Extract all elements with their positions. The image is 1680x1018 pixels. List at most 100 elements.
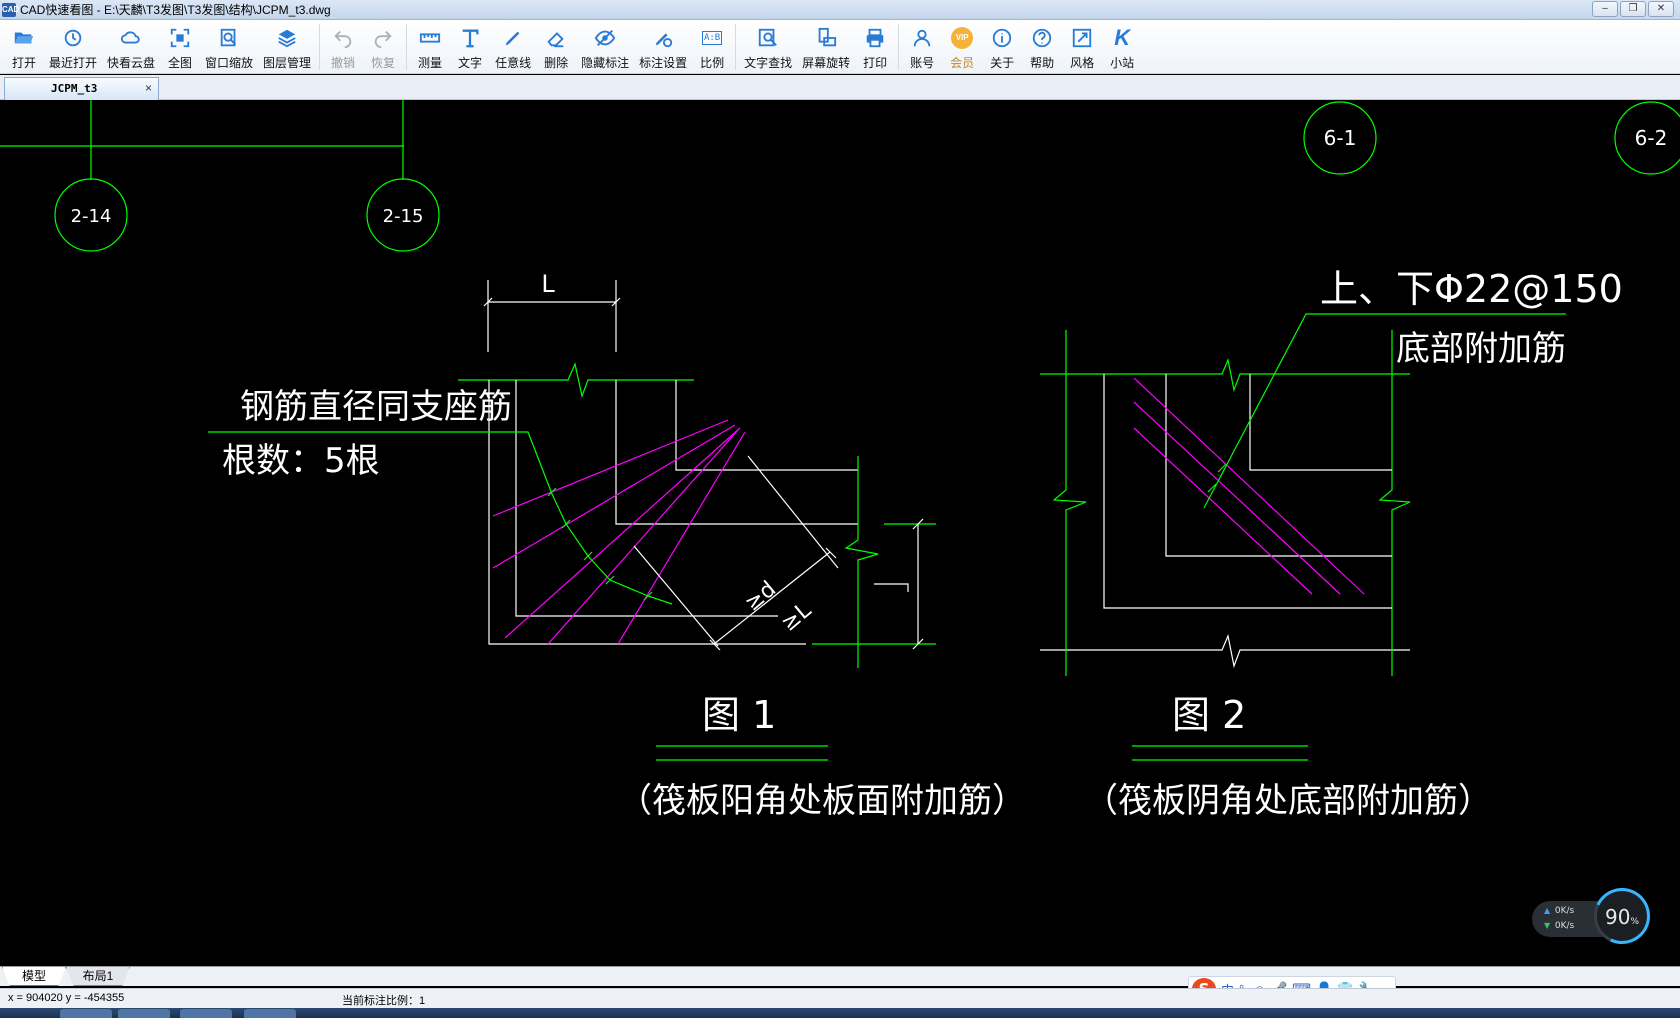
upload-arrow-icon: ▲: [1544, 906, 1551, 915]
toolbar-recent-label: 最近打开: [49, 56, 98, 70]
download-speed: ▼ 0K/s: [1544, 921, 1574, 931]
document-tab-close-button[interactable]: ×: [145, 81, 152, 95]
toolbar-undo-label: 撤销: [331, 56, 356, 70]
main-toolbar: 打开 最近打开 快看云盘 全图 窗口缩放 图层管理 撤销 恢复 测量 文字 任意线 删除 隐藏标注 标注设…: [0, 20, 1680, 74]
axis-bubble-label: 2-14: [71, 206, 112, 227]
taskbar-item[interactable]: [244, 1009, 296, 1018]
fig1-dim-label: L: [541, 270, 555, 298]
toolbar-about-button[interactable]: 关于: [982, 20, 1022, 74]
fig1-caption: 图 1: [702, 693, 776, 737]
tab-model[interactable]: 模型: [2, 967, 66, 986]
scale-icon: A:B: [701, 31, 723, 45]
document-tab[interactable]: JCPM_t3 ×: [4, 77, 159, 100]
toolbar-delete-label: 删除: [544, 56, 569, 70]
fig1-subcaption: （筏板阳角处板面附加筋）: [618, 781, 1026, 821]
taskbar-item[interactable]: [60, 1009, 112, 1018]
restore-button[interactable]: ❐: [1620, 1, 1646, 17]
upload-speed-value: 0K/s: [1554, 906, 1575, 916]
network-speed-widget[interactable]: ▲ 0K/s ▼ 0K/s 90%: [1532, 880, 1658, 952]
tab-layout1[interactable]: 布局1: [66, 967, 130, 986]
fig1-diag-dim-1: ≥d: [740, 577, 781, 617]
toolbar-window-zoom-button[interactable]: 窗口缩放: [200, 20, 258, 74]
redo-icon: [372, 26, 394, 50]
toolbar-vip-label: 会员: [950, 56, 975, 70]
fig2-caption: 图 2: [1172, 693, 1246, 737]
memory-usage-percent: 90%: [1597, 905, 1647, 929]
drawing-canvas[interactable]: 2-14 2-15 6-1 6-2 L 钢筋直径同支座筋 根数：5根 ≥d ≥L…: [0, 100, 1680, 966]
toolbar-text-search-button[interactable]: 文字查找: [739, 20, 797, 74]
toolbar-text-button[interactable]: 文字: [450, 20, 490, 74]
toolbar-text-search-label: 文字查找: [744, 56, 793, 70]
toolbar-freeline-label: 任意线: [495, 56, 532, 70]
download-speed-value: 0K/s: [1554, 921, 1575, 931]
toolbar-layers-label: 图层管理: [263, 56, 312, 70]
toolbar-measure-label: 测量: [418, 56, 443, 70]
toolbar-layers-button[interactable]: 图层管理: [258, 20, 316, 74]
toolbar-recent-button[interactable]: 最近打开: [44, 20, 102, 74]
axis-bubble-label: 6-1: [1324, 126, 1357, 150]
info-icon: [991, 26, 1013, 50]
toolbar-site-button[interactable]: K 小站: [1102, 20, 1142, 74]
os-taskbar: [0, 1008, 1680, 1018]
window-zoom-icon: [218, 26, 240, 50]
toolbar-open-button[interactable]: 打开: [4, 20, 44, 74]
toolbar-help-label: 帮助: [1030, 56, 1055, 70]
ruler-icon: [419, 26, 441, 50]
memory-usage-ring: 90%: [1586, 880, 1658, 952]
annotation-scale-status: 当前标注比例：1: [342, 995, 426, 1007]
axis-bubble-label: 6-2: [1635, 126, 1668, 150]
app-icon: CAD: [2, 2, 19, 17]
axis-bubble-label: 2-15: [383, 206, 424, 227]
pen-icon: [502, 26, 524, 50]
toolbar-scale-button[interactable]: A:B 比例: [692, 20, 732, 74]
toolbar-redo-button[interactable]: 恢复: [363, 20, 403, 74]
document-tab-label: JCPM_t3: [51, 82, 98, 95]
toolbar-account-label: 账号: [910, 56, 935, 70]
toolbar-account-button[interactable]: 账号: [902, 20, 942, 74]
toolbar-print-label: 打印: [863, 56, 888, 70]
toolbar-rotate-button[interactable]: 屏幕旋转: [797, 20, 855, 74]
toolbar-redo-label: 恢复: [371, 56, 396, 70]
toolbar-about-label: 关于: [990, 56, 1015, 70]
status-bar: x = 904020 y = -454355 当前标注比例：1: [0, 988, 1680, 1008]
folder-open-icon: [13, 26, 35, 50]
layers-icon: [276, 26, 298, 50]
toolbar-annot-settings-button[interactable]: 标注设置: [634, 20, 692, 74]
fig2-note-line2: 底部附加筋: [1396, 329, 1566, 369]
toolbar-site-label: 小站: [1110, 56, 1135, 70]
toolbar-measure-button[interactable]: 测量: [410, 20, 450, 74]
toolbar-delete-button[interactable]: 删除: [536, 20, 576, 74]
undo-icon: [332, 26, 354, 50]
fig1-note-line2: 根数：5根: [222, 441, 380, 481]
eraser-icon: [545, 26, 567, 50]
toolbar-undo-button[interactable]: 撤销: [323, 20, 363, 74]
toolbar-separator: [406, 24, 408, 70]
printer-icon: [864, 26, 886, 50]
toolbar-hide-annot-button[interactable]: 隐藏标注: [576, 20, 634, 74]
toolbar-vip-button[interactable]: VIP 会员: [942, 20, 982, 74]
toolbar-print-button[interactable]: 打印: [855, 20, 895, 74]
toolbar-help-button[interactable]: 帮助: [1022, 20, 1062, 74]
document-tab-strip: JCPM_t3 ×: [0, 75, 1680, 100]
window-controls: – ❐ ✕: [1592, 1, 1674, 17]
toolbar-cloud-button[interactable]: 快看云盘: [102, 20, 160, 74]
eye-hidden-icon: [594, 26, 616, 50]
memory-usage-value: 90: [1604, 905, 1631, 929]
toolbar-fullview-button[interactable]: 全图: [160, 20, 200, 74]
fit-view-icon: [169, 26, 191, 50]
fig2-subcaption: （筏板阴角处底部附加筋）: [1084, 781, 1492, 821]
toolbar-fullview-label: 全图: [168, 56, 193, 70]
toolbar-style-button[interactable]: 风格: [1062, 20, 1102, 74]
site-k-icon: K: [1114, 25, 1131, 50]
toolbar-freeline-button[interactable]: 任意线: [490, 20, 536, 74]
history-icon: [62, 26, 84, 50]
vip-icon: VIP: [951, 26, 974, 50]
cloud-icon: [120, 26, 142, 50]
toolbar-text-label: 文字: [458, 56, 483, 70]
rotate-screen-icon: [815, 26, 837, 50]
minimize-button[interactable]: –: [1592, 1, 1618, 17]
close-button[interactable]: ✕: [1648, 1, 1674, 17]
taskbar-item[interactable]: [118, 1009, 170, 1018]
taskbar-item[interactable]: [180, 1009, 232, 1018]
style-icon: [1071, 26, 1093, 50]
